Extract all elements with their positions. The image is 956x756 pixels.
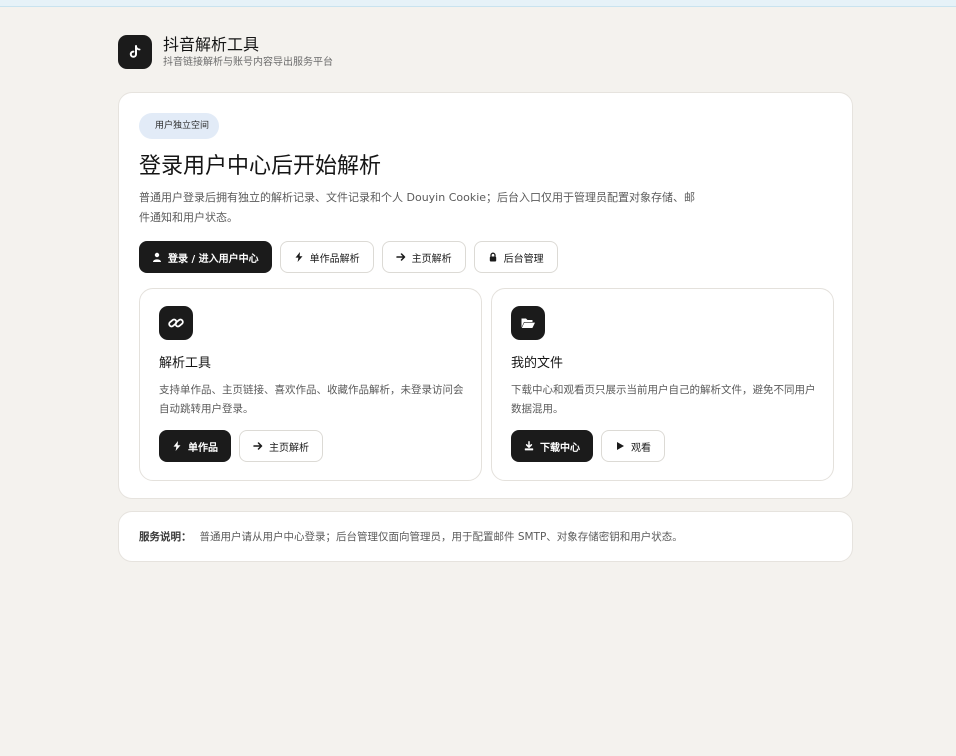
tiktok-note-icon[interactable]	[118, 35, 152, 69]
admin-button[interactable]: 后台管理	[473, 241, 558, 273]
folder-open-icon	[511, 306, 545, 340]
single-parse-label: 单作品解析	[309, 253, 360, 265]
single-work-label: 单作品	[188, 442, 218, 454]
download-center-button[interactable]: 下载中心	[511, 430, 593, 462]
site-header: 抖音解析工具 抖音链接解析与账号内容导出服务平台	[118, 35, 333, 69]
my-files-actions: 下载中心 观看	[511, 430, 665, 462]
lock-icon	[488, 252, 498, 262]
login-user-center-button[interactable]: 登录 / 进入用户中心	[139, 241, 272, 273]
service-notice: 服务说明： 普通用户请从用户中心登录；后台管理仅面向管理员，用于配置邮件 SMT…	[118, 511, 853, 562]
parse-tools-title: 解析工具	[159, 356, 212, 371]
bolt-icon	[172, 441, 182, 451]
parse-tools-card: 解析工具 支持单作品、主页链接、喜欢作品、收藏作品解析，未登录访问会自动跳转用户…	[139, 288, 482, 481]
card-homepage-parse-label: 主页解析	[269, 442, 309, 454]
browser-top-strip	[0, 0, 956, 7]
hero-card: 用户独立空间 登录用户中心后开始解析 普通用户登录后拥有独立的解析记录、文件记录…	[118, 92, 853, 499]
hero-description: 普通用户登录后拥有独立的解析记录、文件记录和个人 Douyin Cookie；后…	[139, 191, 696, 224]
watch-label: 观看	[631, 442, 651, 454]
page-heading: 登录用户中心后开始解析	[139, 154, 382, 179]
homepage-parse-button[interactable]: 主页解析	[381, 241, 466, 273]
bolt-icon	[294, 252, 304, 262]
admin-label: 后台管理	[503, 253, 544, 265]
single-work-button[interactable]: 单作品	[159, 430, 231, 462]
parse-tools-description: 支持单作品、主页链接、喜欢作品、收藏作品解析，未登录访问会自动跳转用户登录。	[159, 384, 464, 415]
service-notice-text: 普通用户请从用户中心登录；后台管理仅面向管理员，用于配置邮件 SMTP、对象存储…	[199, 531, 683, 543]
hero-actions: 登录 / 进入用户中心 单作品解析 主页解析 后台管理	[139, 241, 558, 273]
app-subtitle: 抖音链接解析与账号内容导出服务平台	[163, 56, 333, 68]
download-icon	[524, 441, 534, 451]
homepage-parse-label: 主页解析	[411, 253, 452, 265]
single-parse-button[interactable]: 单作品解析	[279, 241, 374, 273]
watch-button[interactable]: 观看	[601, 430, 665, 462]
user-space-badge: 用户独立空间	[139, 113, 220, 139]
parse-tools-actions: 单作品 主页解析	[159, 430, 323, 462]
my-files-card: 我的文件 下载中心和观看页只展示当前用户自己的解析文件，避免不同用户数据混用。 …	[491, 288, 834, 481]
login-user-center-label: 登录 / 进入用户中心	[168, 253, 259, 265]
user-icon	[152, 252, 162, 262]
link-icon	[159, 306, 193, 340]
app-title: 抖音解析工具	[163, 34, 260, 54]
my-files-description: 下载中心和观看页只展示当前用户自己的解析文件，避免不同用户数据混用。	[511, 384, 816, 415]
my-files-title: 我的文件	[511, 356, 564, 371]
card-homepage-parse-button[interactable]: 主页解析	[239, 430, 323, 462]
arrow-right-icon	[253, 441, 263, 451]
service-notice-label: 服务说明：	[139, 531, 192, 543]
play-icon	[615, 441, 625, 451]
download-center-label: 下载中心	[540, 442, 580, 454]
arrow-right-icon	[395, 252, 406, 262]
